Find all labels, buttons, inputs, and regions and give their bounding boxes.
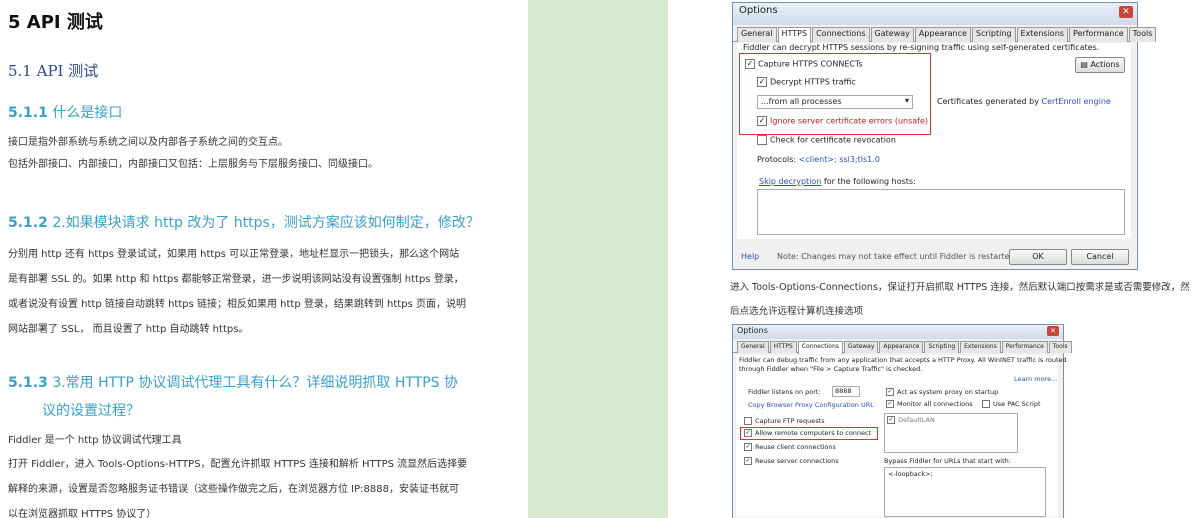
protocols-row: Protocols: <client>; ssl3;tls1.0 (757, 155, 880, 164)
checkbox-icon[interactable]: ✓ (744, 457, 752, 465)
checkbox-icon[interactable] (982, 400, 990, 408)
checkbox-icon[interactable]: ✓ (745, 59, 755, 69)
tab-performance[interactable]: Performance (1068, 27, 1128, 42)
section-heading: 5.1 API 测试 (8, 62, 99, 80)
allow-remote-checkbox[interactable]: ✓ Allow remote computers to connect (744, 429, 871, 437)
tab-https[interactable]: HTTPS (777, 27, 812, 43)
tab-general[interactable]: General (737, 27, 777, 42)
reuse-server-checkbox[interactable]: ✓ Reuse server connections (744, 457, 839, 465)
bypass-textarea[interactable]: <-loopback>; (884, 467, 1046, 517)
tab-strip: General HTTPS Connections Gateway Appear… (733, 25, 1157, 43)
learn-more-link[interactable]: Learn more... (1014, 375, 1057, 383)
close-icon[interactable]: ✕ (1047, 326, 1059, 336)
chapter-heading: 5 API 测试 (8, 12, 103, 33)
capture-ftp-checkbox[interactable]: Capture FTP requests (744, 417, 825, 425)
checkbox-icon[interactable]: ✓ (757, 116, 767, 126)
close-icon[interactable]: ✕ (1119, 6, 1133, 18)
lan-item[interactable]: ✓ DefaultLAN (887, 416, 935, 424)
cancel-button[interactable]: Cancel (1071, 249, 1129, 265)
cert-engine-link[interactable]: CertEnroll engine (1041, 97, 1110, 106)
https-pane: Fiddler can decrypt HTTPS sessions by re… (737, 43, 1131, 239)
page-margin (668, 0, 720, 518)
tab-scripting[interactable]: Scripting (971, 27, 1016, 42)
certificates-info: Certificates generated by CertEnroll eng… (937, 97, 1111, 106)
checkbox-icon[interactable]: ✓ (886, 400, 894, 408)
checkbox-icon[interactable]: ✓ (757, 77, 767, 87)
ok-button[interactable]: OK (1009, 249, 1067, 265)
document-page-right: Options ✕ General HTTPS Connections Gate… (720, 0, 1200, 518)
tab-extensions[interactable]: Extensions (960, 341, 1001, 353)
bypass-label: Bypass Fiddler for URLs that start with: (884, 457, 1011, 465)
tab-tools[interactable]: Tools (1048, 341, 1072, 353)
dialog-titlebar: Options ✕ (733, 325, 1063, 339)
act-as-proxy-checkbox[interactable]: ✓ Act as system proxy on startup (886, 388, 998, 396)
dialog-title: Options (739, 5, 778, 16)
connection-list[interactable]: ✓ DefaultLAN (884, 413, 1018, 453)
check-revocation-checkbox[interactable]: Check for certificate revocation (757, 135, 896, 145)
checkbox-icon[interactable]: ✓ (744, 443, 752, 451)
connections-intro-2: through Fiddler when "File > Capture Tra… (739, 365, 923, 373)
tab-appearance[interactable]: Appearance (879, 341, 924, 353)
caption-paragraph: 进入 Tools-Options-Connections，保证打开启抓取 HTT… (730, 282, 1190, 317)
copy-proxy-url-link[interactable]: Copy Browser Proxy Configuration URL (748, 401, 874, 409)
document-page: 5 API 测试 5.1 API 测试 5.1.1 什么是接口 接口是指外部系统… (0, 0, 528, 518)
decrypt-https-checkbox[interactable]: ✓ Decrypt HTTPS traffic (757, 77, 856, 87)
checkbox-icon[interactable] (744, 417, 752, 425)
port-input[interactable]: 8888 (832, 386, 860, 397)
actions-button[interactable]: ▤ Actions (1075, 57, 1125, 73)
subsection-heading-3: 5.1.3 3.常用 HTTP 协议调试代理工具有什么？详细说明抓取 HTTPS… (8, 375, 459, 391)
dialog-titlebar: Options ✕ (733, 3, 1137, 25)
subsection-heading-1: 5.1.1 什么是接口 (8, 105, 123, 121)
skip-hosts-textarea[interactable] (757, 189, 1125, 235)
paragraph: Fiddler 是一个 http 协议调试代理工具 (8, 435, 182, 446)
tab-gateway[interactable]: Gateway (843, 341, 879, 353)
skip-decryption-link[interactable]: Skip decryption (759, 177, 821, 186)
capture-https-checkbox[interactable]: ✓ Capture HTTPS CONNECTs (745, 59, 863, 69)
skip-decryption-row: Skip decryption for the following hosts: (759, 177, 916, 186)
paragraph: 分别用 http 还有 https 登录试试，如果用 https 可以正常登录，… (8, 249, 466, 335)
restart-note: Note: Changes may not take effect until … (777, 252, 1018, 261)
tab-scripting[interactable]: Scripting (924, 341, 960, 353)
subsection-heading-3-cont: 议的设置过程？ (42, 403, 140, 419)
checkbox-icon[interactable]: ✓ (887, 416, 895, 424)
options-dialog-https: Options ✕ General HTTPS Connections Gate… (732, 2, 1157, 270)
dialog-title: Options (737, 326, 768, 335)
tab-appearance[interactable]: Appearance (914, 27, 971, 42)
chevron-down-icon: ▾ (904, 96, 909, 105)
tab-connections[interactable]: Connections (797, 341, 843, 354)
tab-general[interactable]: General (737, 341, 769, 353)
port-label: Fiddler listens on port: (748, 388, 821, 396)
tab-gateway[interactable]: Gateway (870, 27, 914, 42)
checkbox-icon[interactable]: ✓ (886, 388, 894, 396)
tab-https[interactable]: HTTPS (769, 341, 797, 353)
certificate-icon: ▤ (1080, 60, 1091, 69)
process-filter-dropdown[interactable]: ...from all processes ▾ (757, 95, 913, 109)
tab-extensions[interactable]: Extensions (1016, 27, 1068, 42)
tab-connections[interactable]: Connections (812, 27, 870, 42)
connections-pane: Fiddler can debug traffic from any appli… (736, 355, 1067, 517)
checkbox-icon[interactable]: ✓ (744, 429, 752, 437)
paragraph: 包括外部接口、内部接口，内部接口又包括：上层服务与下层服务接口、同级接口。 (8, 159, 378, 170)
help-link[interactable]: Help (741, 252, 759, 261)
paragraph: 打开 Fiddler，进入 Tools-Options-HTTPS，配置允许抓取… (8, 459, 468, 518)
subsection-heading-2: 5.1.2 2.如果模块请求 http 改为了 https，测试方案应该如何制定… (8, 215, 480, 231)
https-intro: Fiddler can decrypt HTTPS sessions by re… (743, 43, 1100, 52)
monitor-connections-checkbox[interactable]: ✓ Monitor all connections (886, 400, 973, 408)
use-pac-checkbox[interactable]: Use PAC Script (982, 400, 1041, 408)
page-gutter (528, 0, 668, 518)
ignore-cert-errors-checkbox[interactable]: ✓ Ignore server certificate errors (unsaf… (757, 116, 928, 126)
options-dialog-connections: Options ✕ General HTTPS Connections Gate… (732, 324, 1072, 518)
tab-performance[interactable]: Performance (1001, 341, 1048, 353)
tab-tools[interactable]: Tools (1128, 27, 1157, 42)
reuse-client-checkbox[interactable]: ✓ Reuse client connections (744, 443, 836, 451)
tab-strip: General HTTPS Connections Gateway Appear… (733, 339, 1072, 354)
checkbox-icon[interactable] (757, 135, 767, 145)
connections-intro: Fiddler can debug traffic from any appli… (739, 356, 1067, 364)
